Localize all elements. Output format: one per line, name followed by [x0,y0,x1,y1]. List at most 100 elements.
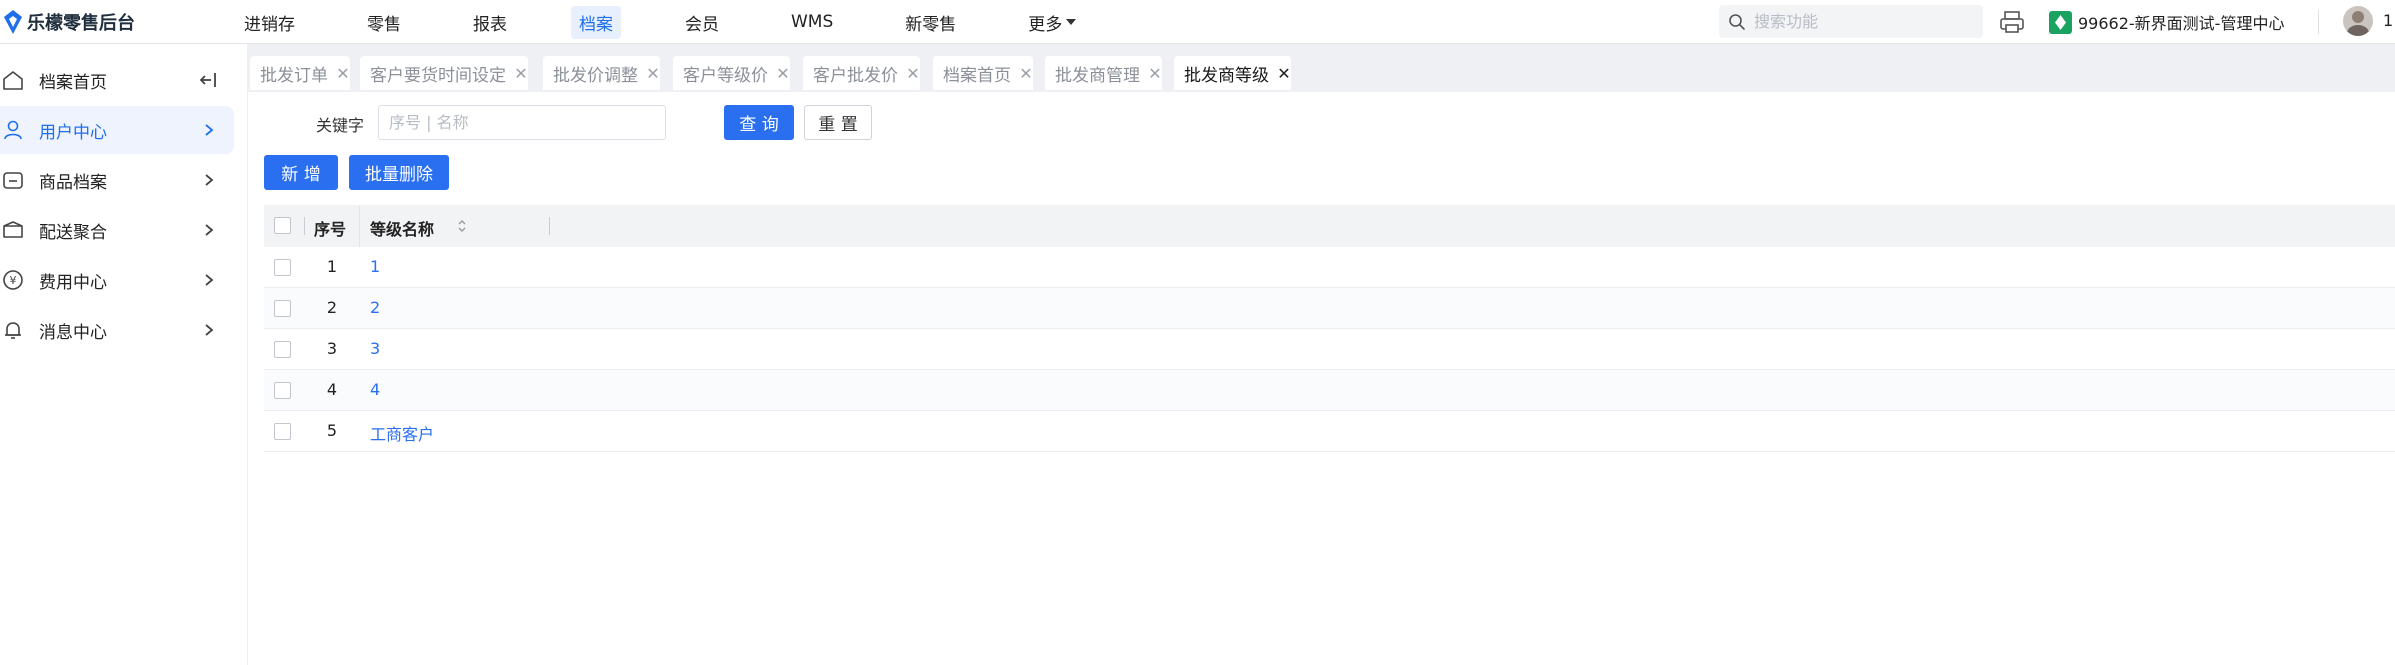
nav-item-reports[interactable]: 报表 [465,6,515,39]
page-tabs: 批发订单 ✕ 客户要货时间设定 ✕ 批发价调整 ✕ 客户等级价 ✕ 客户批发价 ✕ 档案首… [248,44,2395,92]
nav-item-new-retail[interactable]: 新零售 [897,6,964,39]
chevron-right-icon [205,174,214,186]
query-button[interactable]: 查 询 [724,105,794,140]
close-icon[interactable]: ✕ [906,64,920,83]
close-icon[interactable]: ✕ [1277,64,1291,83]
tab-label: 批发订单 [260,65,328,86]
app-title: 乐檬零售后台 [27,13,135,34]
close-icon[interactable]: ✕ [514,64,528,83]
search-icon [1729,13,1745,30]
nav-item-more[interactable]: 更多 [1020,6,1084,39]
sidebar-item-archive-home[interactable]: 档案首页 [0,56,234,104]
add-button[interactable]: 新 增 [264,155,338,190]
row-index: 1 [326,257,338,276]
tab-label: 客户等级价 [683,65,768,86]
sidebar-item-label: 用户中心 [39,123,107,143]
sidebar-item-message-center[interactable]: 消息中心 [0,306,234,354]
select-all-checkbox[interactable] [274,217,291,234]
chevron-right-icon [205,124,214,136]
grade-name-link[interactable]: 4 [370,380,380,399]
row-checkbox[interactable] [274,341,291,358]
function-search-input[interactable] [1754,12,1974,31]
sidebar-item-fee-center[interactable]: ¥ 费用中心 [0,256,234,304]
nav-item-retail[interactable]: 零售 [359,6,409,39]
column-header-grade-name[interactable]: 等级名称 [370,216,434,240]
delivery-icon [3,221,23,238]
sidebar-item-label: 商品档案 [39,173,107,193]
tab-label: 档案首页 [943,65,1011,86]
close-icon[interactable]: ✕ [1148,64,1162,83]
sidebar-item-delivery[interactable]: 配送聚合 [0,206,234,254]
close-icon[interactable]: ✕ [776,64,790,83]
tab-customer-grade-price[interactable]: 客户等级价 ✕ [673,56,790,90]
nav-label: WMS [791,12,834,32]
close-icon[interactable]: ✕ [336,64,350,83]
table-row[interactable]: 4 4 [264,370,2395,411]
nav-item-wms[interactable]: WMS [783,8,841,36]
nav-label: 会员 [685,14,719,35]
tab-wholesaler-management[interactable]: 批发商管理 ✕ [1045,56,1162,90]
nav-label: 更多 [1028,14,1063,35]
grade-name-link[interactable]: 1 [370,257,380,276]
table-row[interactable]: 2 2 [264,288,2395,329]
function-search[interactable] [1719,5,1983,38]
tab-customer-delivery-time[interactable]: 客户要货时间设定 ✕ [360,56,528,90]
tab-archive-home[interactable]: 档案首页 ✕ [933,56,1033,90]
table-header: 序号 等级名称 [264,205,2395,247]
column-header-index: 序号 [314,220,347,239]
grade-name-link[interactable]: 2 [370,298,380,317]
nav-label: 新零售 [905,14,957,35]
brand[interactable]: 乐檬零售后台 [0,9,135,35]
sidebar: 档案首页 用户中心 商品档案 配送聚合 ¥ 费用中心 消息中心 [0,44,248,665]
table-row[interactable]: 5 工商客户 [264,411,2395,452]
nav-item-members[interactable]: 会员 [677,6,727,39]
header-divider [2318,10,2319,34]
sidebar-item-label: 费用中心 [39,273,107,293]
table-row[interactable]: 3 3 [264,329,2395,370]
column-resize-handle[interactable] [549,217,550,235]
sort-icon[interactable] [457,218,467,234]
nav-item-archive[interactable]: 档案 [571,5,621,39]
row-checkbox[interactable] [274,300,291,317]
row-checkbox[interactable] [274,423,291,440]
row-index: 4 [326,380,338,399]
main-nav: 进销存 零售 报表 档案 会员 WMS 新零售 更多 [236,0,1140,44]
keyword-label: 关键字 [316,116,365,135]
column-divider [304,217,305,235]
top-bar: 乐檬零售后台 进销存 零售 报表 档案 会员 WMS 新零售 更多 99662-… [0,0,2395,44]
home-icon [3,71,23,90]
close-icon[interactable]: ✕ [1019,64,1033,83]
table-row[interactable]: 1 1 [264,247,2395,288]
sidebar-item-product-archive[interactable]: 商品档案 [0,156,234,204]
row-checkbox[interactable] [274,382,291,399]
tab-label: 客户要货时间设定 [370,65,506,86]
grade-name-link[interactable]: 3 [370,339,380,358]
store-switcher[interactable]: 99662-新界面测试-管理中心 [2049,9,2284,35]
close-icon[interactable]: ✕ [646,64,660,83]
svg-text:¥: ¥ [10,274,17,287]
row-index: 5 [326,421,338,440]
reset-button[interactable]: 重 置 [804,105,872,140]
tab-wholesale-order[interactable]: 批发订单 ✕ [250,56,350,90]
grade-name-link[interactable]: 工商客户 [370,421,434,445]
sidebar-item-label: 配送聚合 [39,223,107,243]
sidebar-item-user-center[interactable]: 用户中心 [0,106,234,154]
caret-down-icon [1066,19,1077,25]
nav-item-inventory[interactable]: 进销存 [236,6,303,39]
sidebar-item-label: 消息中心 [39,323,107,343]
avatar[interactable] [2343,6,2373,36]
tab-wholesaler-grade[interactable]: 批发商等级 ✕ [1174,56,1291,90]
nav-label: 报表 [473,14,507,35]
printer-icon[interactable] [1998,9,2026,35]
user-name[interactable]: 1 [2383,11,2393,30]
keyword-input[interactable] [378,105,666,140]
store-icon [2049,10,2072,34]
tab-customer-wholesale-price[interactable]: 客户批发价 ✕ [803,56,920,90]
nav-label: 档案 [579,14,613,35]
batch-delete-button[interactable]: 批量删除 [349,155,449,190]
collapse-sidebar-icon[interactable] [198,71,218,89]
tab-label: 客户批发价 [813,65,898,86]
main-content: 关键字 查 询 重 置 新 增 批量删除 序号 等级名称 1 1 2 2 [248,92,2395,665]
row-checkbox[interactable] [274,259,291,276]
tab-wholesale-price-adjust[interactable]: 批发价调整 ✕ [543,56,660,90]
